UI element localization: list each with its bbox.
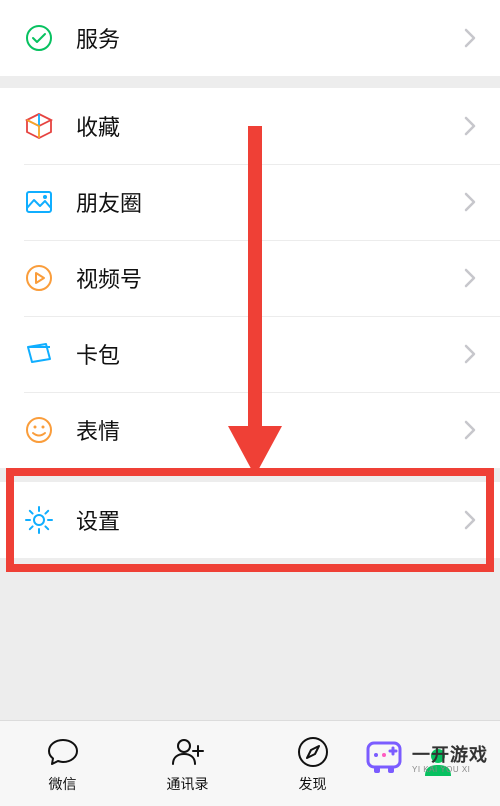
row-cards[interactable]: 卡包 [0,316,500,392]
tab-me[interactable] [375,721,500,806]
tab-label: 微信 [49,774,77,794]
row-favorites[interactable]: 收藏 [0,88,500,164]
section-gap [0,76,500,88]
chevron-right-icon [464,28,476,48]
chevron-right-icon [464,510,476,530]
row-label: 表情 [76,414,464,446]
chat-icon [45,734,81,770]
row-label: 卡包 [76,338,464,370]
tab-discover[interactable]: 发现 [250,721,375,806]
chevron-right-icon [464,268,476,288]
row-label: 视频号 [76,262,464,294]
row-label: 朋友圈 [76,186,464,218]
tab-bar: 微信 通讯录 发现 [0,720,500,806]
channels-icon [24,263,54,293]
moments-icon [24,187,54,217]
services-icon [24,23,54,53]
content-area: 服务 收藏 [0,0,500,720]
app-root: 服务 收藏 [0,0,500,806]
row-services[interactable]: 服务 [0,0,500,76]
section-gap [0,468,500,482]
tab-contacts[interactable]: 通讯录 [125,721,250,806]
favorites-icon [24,111,54,141]
row-label: 服务 [76,22,464,54]
chevron-right-icon [464,344,476,364]
cards-icon [24,339,54,369]
tab-wechat[interactable]: 微信 [0,721,125,806]
tab-label: 通讯录 [167,774,209,794]
row-settings[interactable]: 设置 [0,482,500,558]
chevron-right-icon [464,192,476,212]
row-moments[interactable]: 朋友圈 [0,164,500,240]
settings-icon [24,505,54,535]
chevron-right-icon [464,420,476,440]
discover-icon [295,734,331,770]
tab-label: 发现 [299,774,327,794]
chevron-right-icon [464,116,476,136]
me-icon [420,744,456,780]
row-label: 设置 [76,504,464,536]
group-settings: 设置 [0,482,500,558]
contacts-icon [170,734,206,770]
row-label: 收藏 [76,110,464,142]
group-main: 收藏 朋友圈 视频号 [0,88,500,468]
stickers-icon [24,415,54,445]
group-services: 服务 [0,0,500,76]
row-channels[interactable]: 视频号 [0,240,500,316]
row-stickers[interactable]: 表情 [0,392,500,468]
